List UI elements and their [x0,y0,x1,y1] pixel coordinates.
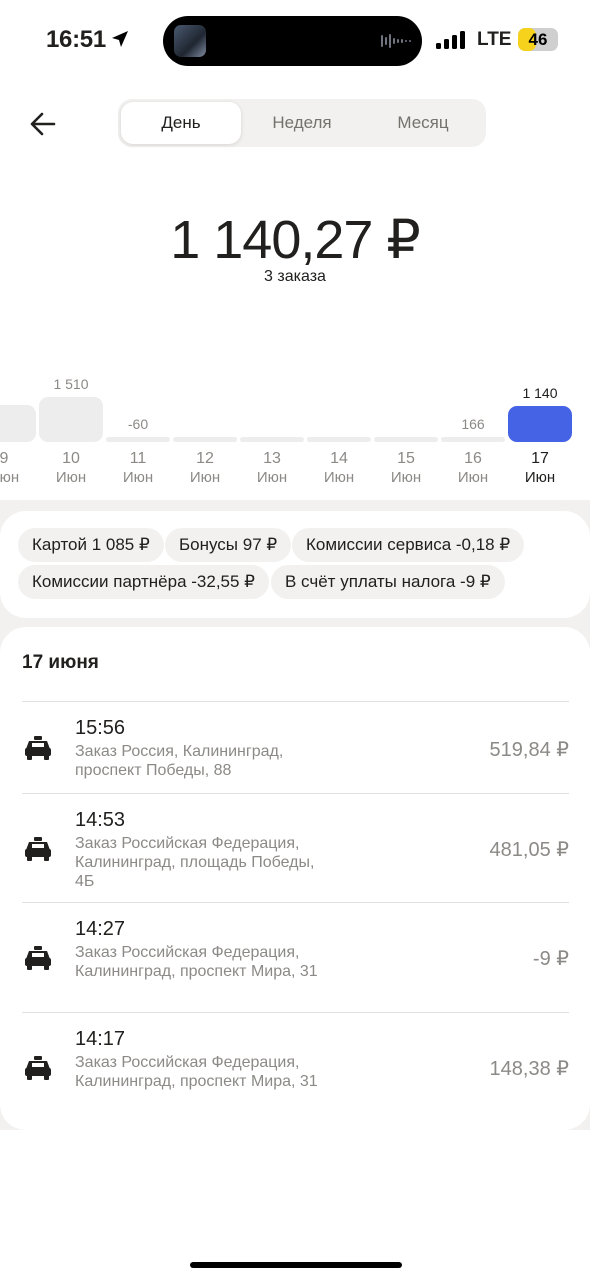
chart-day-label: 9 [0,450,9,467]
home-indicator[interactable] [190,1262,402,1268]
list-date-heading: 17 июня [22,652,99,673]
taxi-icon [25,837,51,861]
chart-month-label: Июн [458,469,488,486]
network-type: LTE [477,29,512,50]
chart-month-label: Июн [391,469,421,486]
taxi-icon [25,946,51,970]
order-time: 14:27 [75,918,126,940]
cellular-signal-icon [436,31,465,49]
chart-day-label: 17 [531,450,549,467]
chart-day-label: 12 [196,450,214,467]
chart-month-label: Июн [190,469,220,486]
chart-day-label: 15 [397,450,415,467]
chart-bar-10[interactable] [39,397,103,442]
order-time: 15:56 [75,717,126,739]
chart-bar-16[interactable] [441,437,505,442]
chart-day-label: 16 [464,450,482,467]
chart-bar-12[interactable] [173,437,237,442]
chart-bar-15[interactable] [374,437,438,442]
audio-wave-icon [381,34,411,48]
tab-week[interactable]: Неделя [242,102,362,144]
order-amount: 519,84 ₽ [489,739,569,761]
chart-day-label: 14 [330,450,348,467]
chip-partner-fee[interactable]: Комиссии партнёра -32,55 ₽ [18,565,270,599]
earnings-bar-chart[interactable]: 9 Июн 1 510 10 Июн -60 11 Июн 12 Июн 13 Июн 14 Июн 15 И… [0,375,590,500]
chart-bar-9[interactable] [0,405,36,442]
order-amount: -9 ₽ [532,948,569,970]
total-earnings: 1 140,27 ₽ [170,210,421,270]
order-amount: 481,05 ₽ [489,839,569,861]
order-address: Заказ Российская Федерация, Калининград,… [75,944,318,980]
chart-bar-17[interactable] [508,406,572,442]
album-art [174,25,206,57]
chip-service-fee[interactable]: Комиссии сервиса -0,18 ₽ [292,528,525,562]
breakdown-card: Картой 1 085 ₽ Бонусы 97 ₽ Комиссии серв… [0,511,590,618]
chart-bar-14[interactable] [307,437,371,442]
chart-month-label: Июн [0,469,19,486]
tab-month[interactable]: Месяц [363,102,483,144]
order-address: Заказ Российская Федерация, Калининград,… [75,1054,318,1090]
chart-bar-13[interactable] [240,437,304,442]
order-amount: 148,38 ₽ [489,1058,569,1080]
chip-bonuses[interactable]: Бонусы 97 ₽ [165,528,292,562]
list-item[interactable]: 14:53 Заказ Российская Федерация, Калини… [22,793,569,903]
list-item[interactable]: 14:17 Заказ Российская Федерация, Калини… [22,1012,569,1123]
chart-day-label: 13 [263,450,281,467]
back-arrow-icon[interactable] [28,110,58,138]
battery-percent: 46 [528,30,548,49]
taxi-icon [25,736,51,760]
period-switcher: День Неделя Месяц [118,99,486,147]
chart-month-label: Июн [257,469,287,486]
taxi-icon [25,1056,51,1080]
chart-value-label: 1 140 [522,385,557,401]
list-item[interactable]: 14:27 Заказ Российская Федерация, Калини… [22,902,569,1013]
chart-day-label: 10 [62,450,80,467]
chart-bar-11[interactable] [106,437,170,442]
order-address: Заказ Россия, Калининград, проспект Побе… [75,743,284,779]
chart-day-label: 11 [130,450,147,467]
chip-card-payment[interactable]: Картой 1 085 ₽ [18,528,164,562]
chip-tax[interactable]: В счёт уплаты налога -9 ₽ [271,565,505,599]
chart-month-label: Июн [525,469,555,486]
battery-icon: 46 [518,28,558,51]
status-time: 16:51 [46,26,106,53]
chart-value-label: 166 [461,416,485,432]
chart-value-label: -60 [128,416,148,432]
chart-value-label: 1 510 [53,376,88,392]
order-time: 14:53 [75,809,126,831]
list-item[interactable]: 15:56 Заказ Россия, Калининград, проспек… [22,701,569,794]
tab-day[interactable]: День [121,102,241,144]
order-time: 14:17 [75,1028,126,1050]
order-address: Заказ Российская Федерация, Калининград,… [75,835,315,890]
chart-month-label: Июн [324,469,354,486]
orders-count: 3 заказа [264,268,326,285]
location-arrow-icon [112,31,128,47]
chart-month-label: Июн [56,469,86,486]
chart-month-label: Июн [123,469,153,486]
